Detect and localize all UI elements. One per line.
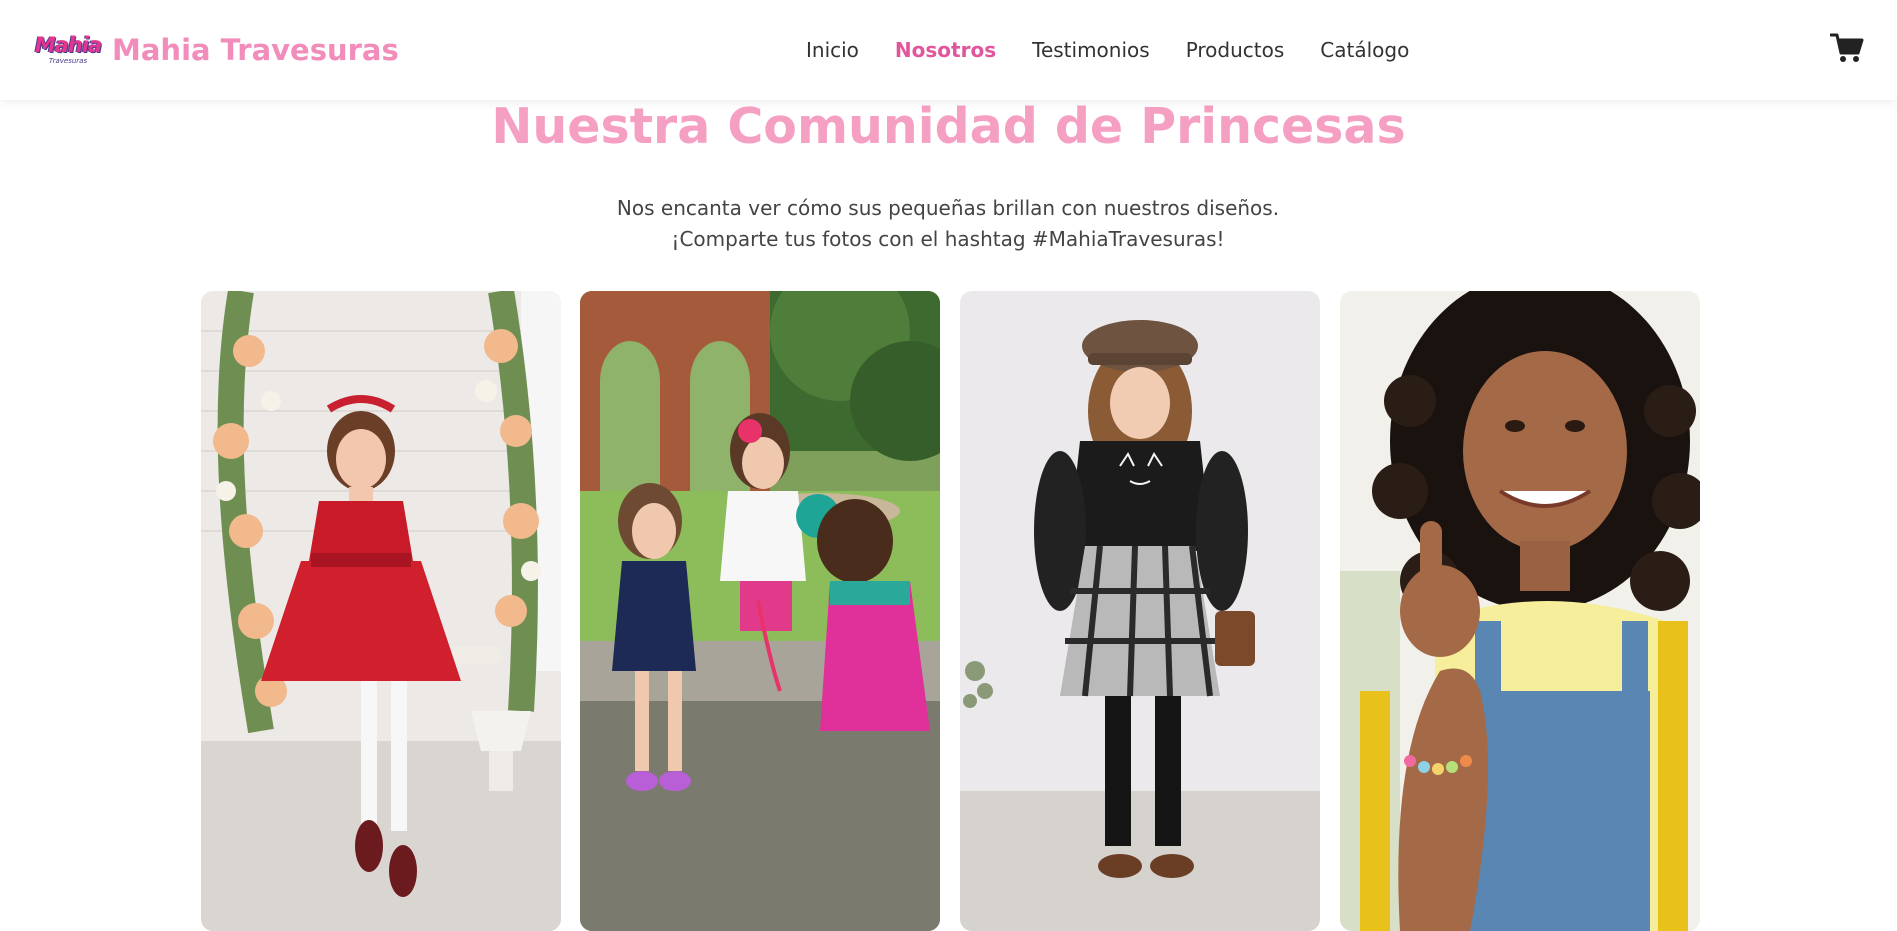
community-subtitle-line1: Nos encanta ver cómo sus pequeñas brilla… [616, 196, 1280, 220]
logo-main-text: Mahia [34, 33, 102, 57]
nav-link-inicio[interactable]: Inicio [806, 38, 859, 62]
nav-link-catalogo[interactable]: Catálogo [1320, 38, 1409, 62]
gallery-photo-red-sequin-dress[interactable] [201, 291, 561, 931]
brand-name: Mahia Travesuras [112, 33, 399, 67]
logo-sub-text: Travesuras [48, 57, 88, 65]
community-subtitle: Nos encanta ver cómo sus pequeñas brilla… [548, 193, 1348, 255]
site-header: Mahia Travesuras Mahia Travesuras Inicio… [0, 0, 1897, 100]
community-title: Nuestra Comunidad de Princesas [491, 98, 1406, 155]
gallery-photo-plaid-skirt-beret[interactable] [960, 291, 1320, 931]
nav-link-testimonios[interactable]: Testimonios [1032, 38, 1150, 62]
community-subtitle-line2: ¡Comparte tus fotos con el hashtag #Mahi… [671, 227, 1225, 251]
shopping-cart-icon [1829, 33, 1864, 62]
nav-link-nosotros[interactable]: Nosotros [895, 38, 996, 62]
brand-logo: Mahia Travesuras [34, 26, 102, 74]
brand-link[interactable]: Mahia Travesuras Mahia Travesuras [34, 26, 399, 74]
nav-link-productos[interactable]: Productos [1186, 38, 1285, 62]
gallery-photo-girl-thumbs-up[interactable] [1340, 291, 1700, 931]
gallery-photo-girls-in-park[interactable] [580, 291, 940, 931]
cart-button[interactable] [1829, 32, 1864, 64]
main-nav: Inicio Nosotros Testimonios Productos Ca… [806, 34, 1445, 66]
community-gallery [201, 291, 1701, 931]
